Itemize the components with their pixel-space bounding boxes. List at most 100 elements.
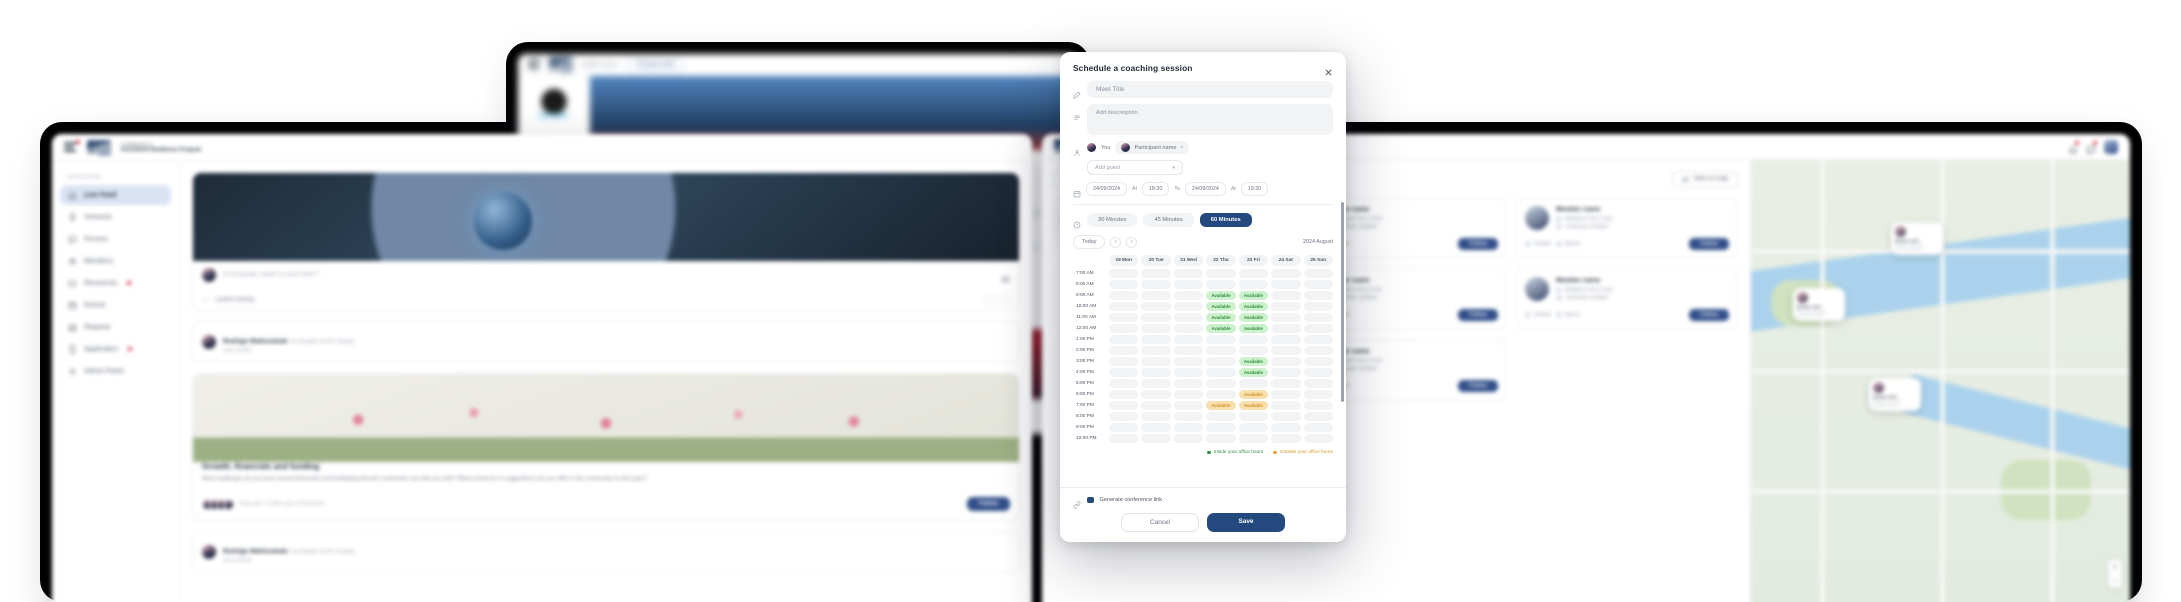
- sidebar-item-forums[interactable]: Forums: [60, 229, 171, 249]
- empty-slot: [1271, 379, 1301, 388]
- follow-button[interactable]: Follow: [1689, 238, 1729, 250]
- map-zoom-controls[interactable]: + −: [2108, 560, 2122, 588]
- follow-button[interactable]: Follow: [1689, 309, 1729, 321]
- cancel-button[interactable]: Cancel: [1121, 513, 1199, 532]
- empty-slot: [1173, 346, 1204, 355]
- generate-link-row[interactable]: Generate conference link: [1073, 496, 1333, 509]
- empty-slot: [1303, 390, 1333, 399]
- description-input[interactable]: Add descreiption: [1087, 104, 1333, 135]
- post-author-role: Co-founder at YkY Groupe: [290, 339, 355, 345]
- sidebar-item-label: Forums: [84, 235, 108, 243]
- sidebar-item-ventures[interactable]: Ventures: [60, 207, 171, 227]
- generate-link-label: Generate conference link: [1099, 497, 1163, 503]
- sidebar-item-live-feed[interactable]: Live Feed: [60, 185, 171, 205]
- today-button[interactable]: Today: [1073, 235, 1106, 249]
- available-slot[interactable]: Available: [1206, 401, 1236, 410]
- available-slot[interactable]: Available: [1206, 313, 1236, 322]
- follow-button[interactable]: Follow: [967, 497, 1010, 512]
- avatar[interactable]: [2104, 139, 2118, 154]
- available-slot[interactable]: Available: [1238, 368, 1269, 377]
- bell-icon[interactable]: [2068, 140, 2079, 154]
- day-header-thu[interactable]: 22 Thu: [1206, 255, 1236, 266]
- modal-scrollbar[interactable]: [1341, 202, 1344, 402]
- member-stat-climate: Climate: [1525, 241, 1551, 247]
- available-slot[interactable]: Available: [1206, 291, 1236, 300]
- map-pin[interactable]: Member name Medgram Ivory Coast Cofounde…: [1891, 222, 1943, 255]
- generate-link-checkbox[interactable]: [1087, 496, 1094, 504]
- menu-icon[interactable]: [528, 59, 541, 70]
- latest-activity-row[interactable]: Lastest activity: [193, 289, 1019, 310]
- empty-slot: [1109, 335, 1139, 344]
- time-slot-label: 7:00 AM: [1076, 270, 1094, 276]
- available-slot[interactable]: Available: [1238, 324, 1269, 333]
- available-slot[interactable]: Available: [1238, 302, 1269, 311]
- day-header-fri[interactable]: 23 Fri: [1238, 255, 1269, 266]
- description-field-row: Add descreiption: [1073, 104, 1333, 135]
- member-card[interactable]: Member name Medgram Ivory Coast Cofounde…: [1516, 197, 1738, 259]
- available-slot[interactable]: Available: [1238, 291, 1269, 300]
- time-slot-row: 5:00 PM: [1073, 379, 1333, 388]
- chevron-left-icon[interactable]: ‹: [1110, 236, 1122, 248]
- participant-chip[interactable]: Participant name ×: [1115, 141, 1190, 154]
- change-profile-button[interactable]: Change profile: [626, 57, 686, 72]
- empty-slot: [1206, 434, 1236, 443]
- follow-button[interactable]: Follow: [1458, 309, 1498, 321]
- composer-placeholder[interactable]: Hi Emanuele, what's on your mind ?: [223, 272, 994, 278]
- save-button[interactable]: Save: [1207, 513, 1285, 532]
- map-pin[interactable]: Member name Medgram Ivory Coast Cofounde…: [1793, 288, 1845, 321]
- available-slot[interactable]: Available: [1238, 390, 1269, 399]
- to-time-input[interactable]: 19:20: [1240, 182, 1269, 196]
- available-slot[interactable]: Available: [1206, 302, 1236, 311]
- post-card-flowers: Rodrigo Malinuskate Co-founder at YkY Gro…: [192, 321, 1020, 363]
- sidebar-item-label: Events: [84, 301, 106, 309]
- duration-60-button[interactable]: 60 Minutes: [1199, 213, 1252, 227]
- day-header-mon[interactable]: 19 Mon: [1109, 255, 1139, 266]
- day-header-wed[interactable]: 21 Wed: [1173, 255, 1204, 266]
- add-guest-select[interactable]: Add guest ▾: [1087, 160, 1183, 175]
- day-header-tue[interactable]: 20 Tue: [1141, 255, 1171, 266]
- sidebar-item-resources[interactable]: Resources: [60, 273, 171, 293]
- members-map[interactable]: Member name Medgram Ivory Coast Cofounde…: [1750, 160, 2130, 602]
- chat-icon[interactable]: [2086, 140, 2097, 155]
- from-date-input[interactable]: 24/09/2024: [1086, 182, 1127, 196]
- empty-slot: [1109, 346, 1139, 355]
- post-composer[interactable]: Hi Emanuele, what's on your mind ?: [193, 261, 1019, 289]
- duration-30-button[interactable]: 30 Minutes: [1087, 213, 1138, 227]
- view-toggle[interactable]: [985, 295, 1010, 304]
- time-slot-row: 10:00 PM: [1073, 434, 1333, 443]
- nav-section-label: NAVIGATION: [68, 174, 101, 179]
- sidebar-item-events[interactable]: Events: [60, 295, 171, 315]
- view-on-map-button[interactable]: View on map: [1672, 170, 1738, 188]
- image-icon[interactable]: [1001, 271, 1010, 282]
- day-header-sun[interactable]: 25 Sun: [1303, 255, 1333, 266]
- chevron-right-icon[interactable]: ›: [1126, 236, 1138, 248]
- sidebar-item-members[interactable]: Members: [60, 251, 171, 271]
- follow-button[interactable]: Follow: [1458, 238, 1498, 250]
- from-time-input[interactable]: 18:20: [1141, 182, 1170, 196]
- available-slot[interactable]: Available: [1238, 357, 1269, 366]
- to-date-input[interactable]: 24/09/2024: [1184, 182, 1226, 196]
- day-header-sat[interactable]: 24 Sat: [1271, 255, 1301, 266]
- time-slot-row: 7:00 AM: [1073, 269, 1333, 278]
- duration-45-button[interactable]: 45 Minutes: [1143, 213, 1194, 227]
- available-slot[interactable]: Available: [1206, 324, 1236, 333]
- zoom-out-button[interactable]: −: [2108, 574, 2122, 588]
- sidebar-item-request[interactable]: Request: [60, 317, 171, 337]
- empty-slot: [1271, 401, 1301, 410]
- zoom-in-button[interactable]: +: [2108, 560, 2122, 574]
- follow-button[interactable]: Follow: [1458, 380, 1498, 392]
- empty-slot: [1238, 434, 1269, 443]
- map-pin[interactable]: Member name Medgram Ivory Coast Cofounde…: [1869, 378, 1921, 411]
- meet-title-input[interactable]: Meet Title: [1087, 81, 1333, 98]
- close-icon[interactable]: [1324, 64, 1333, 75]
- avatar: [202, 335, 216, 349]
- available-slot[interactable]: Available: [1238, 313, 1269, 322]
- member-card[interactable]: Member name Medgram Ivory Coast Cofounde…: [1516, 268, 1738, 330]
- sidebar-item-admin-panel[interactable]: Admin Panel: [60, 361, 171, 381]
- available-slot[interactable]: Available: [1238, 401, 1269, 410]
- empty-slot: [1141, 313, 1171, 322]
- remove-participant-icon[interactable]: ×: [1180, 145, 1183, 151]
- empty-slot: [1173, 357, 1204, 366]
- menu-icon[interactable]: [64, 140, 80, 153]
- sidebar-item-application[interactable]: Application: [60, 339, 171, 359]
